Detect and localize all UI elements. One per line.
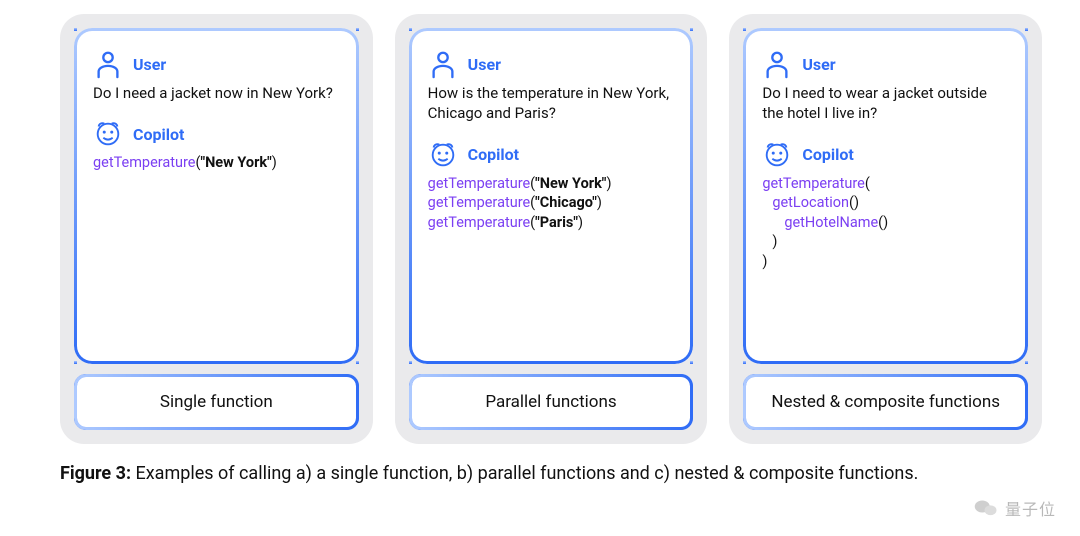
card-label: Single function [74, 374, 359, 430]
watermark: 量子位 [973, 496, 1056, 520]
wechat-icon [973, 499, 999, 517]
card-label: Parallel functions [409, 374, 694, 430]
user-text: How is the temperature in New York, Chic… [428, 83, 675, 124]
caption-rest: Examples of calling a) a single function… [131, 463, 918, 484]
copilot-row: Copilot [93, 119, 340, 149]
card-body: User How is the temperature in New York,… [409, 28, 694, 364]
card-nested: User Do I need to wear a jacket outside … [729, 14, 1042, 444]
card-body: User Do I need to wear a jacket outside … [743, 28, 1028, 364]
card-parallel: User How is the temperature in New York,… [395, 14, 708, 444]
user-row: User [762, 49, 1009, 79]
user-icon [428, 49, 458, 79]
watermark-text: 量子位 [1005, 496, 1056, 520]
card-label-text: Single function [160, 392, 273, 412]
card-label: Nested & composite functions [743, 374, 1028, 430]
card-label-text: Parallel functions [485, 392, 616, 412]
code-block: getTemperature("New York")getTemperature… [428, 174, 675, 233]
code-block: getTemperature(getLocation()getHotelName… [762, 174, 1009, 272]
caption-bold: Figure 3: [60, 463, 131, 484]
code-block: getTemperature("New York") [93, 153, 340, 173]
user-row: User [93, 49, 340, 79]
user-text: Do I need a jacket now in New York? [93, 83, 340, 103]
cards-row: User Do I need a jacket now in New York?… [0, 0, 1080, 444]
figure-caption: Figure 3: Examples of calling a) a singl… [0, 444, 1080, 486]
user-label: User [468, 55, 501, 74]
user-row: User [428, 49, 675, 79]
user-label: User [802, 55, 835, 74]
user-icon [93, 49, 123, 79]
card-single: User Do I need a jacket now in New York?… [60, 14, 373, 444]
copilot-icon [93, 119, 123, 149]
user-icon [762, 49, 792, 79]
copilot-icon [762, 140, 792, 170]
card-label-text: Nested & composite functions [771, 392, 1000, 412]
user-label: User [133, 55, 166, 74]
copilot-label: Copilot [133, 125, 184, 144]
copilot-label: Copilot [802, 145, 853, 164]
copilot-label: Copilot [468, 145, 519, 164]
copilot-row: Copilot [428, 140, 675, 170]
card-body: User Do I need a jacket now in New York?… [74, 28, 359, 364]
copilot-icon [428, 140, 458, 170]
user-text: Do I need to wear a jacket outside the h… [762, 83, 1009, 124]
copilot-row: Copilot [762, 140, 1009, 170]
